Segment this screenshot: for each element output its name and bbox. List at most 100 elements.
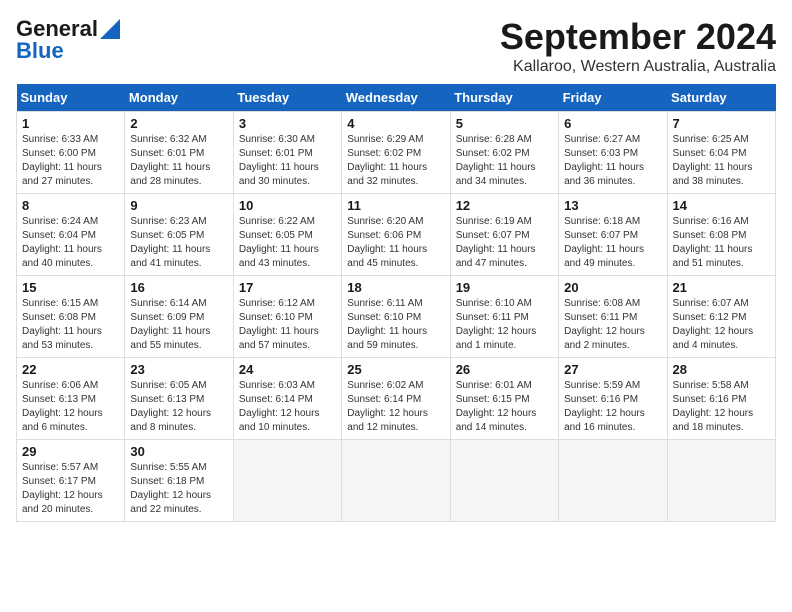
day-number: 16 xyxy=(130,280,227,295)
day-info: Sunrise: 5:57 AMSunset: 6:17 PMDaylight:… xyxy=(22,462,103,515)
day-info: Sunrise: 6:15 AMSunset: 6:08 PMDaylight:… xyxy=(22,298,102,351)
day-number: 23 xyxy=(130,362,227,377)
calendar-cell: 5 Sunrise: 6:28 AMSunset: 6:02 PMDayligh… xyxy=(450,112,558,194)
calendar-cell: 10 Sunrise: 6:22 AMSunset: 6:05 PMDaylig… xyxy=(233,194,341,276)
calendar-cell xyxy=(667,440,775,522)
day-number: 18 xyxy=(347,280,444,295)
calendar-cell: 3 Sunrise: 6:30 AMSunset: 6:01 PMDayligh… xyxy=(233,112,341,194)
calendar-cell: 9 Sunrise: 6:23 AMSunset: 6:05 PMDayligh… xyxy=(125,194,233,276)
day-number: 12 xyxy=(456,198,553,213)
calendar-cell: 13 Sunrise: 6:18 AMSunset: 6:07 PMDaylig… xyxy=(559,194,667,276)
calendar-cell: 2 Sunrise: 6:32 AMSunset: 6:01 PMDayligh… xyxy=(125,112,233,194)
day-info: Sunrise: 6:30 AMSunset: 6:01 PMDaylight:… xyxy=(239,134,319,187)
calendar-cell: 19 Sunrise: 6:10 AMSunset: 6:11 PMDaylig… xyxy=(450,276,558,358)
day-info: Sunrise: 6:14 AMSunset: 6:09 PMDaylight:… xyxy=(130,298,210,351)
day-number: 4 xyxy=(347,116,444,131)
day-number: 7 xyxy=(673,116,770,131)
day-of-week-header: Wednesday xyxy=(342,84,450,112)
day-number: 25 xyxy=(347,362,444,377)
day-of-week-header: Saturday xyxy=(667,84,775,112)
calendar-cell: 18 Sunrise: 6:11 AMSunset: 6:10 PMDaylig… xyxy=(342,276,450,358)
day-info: Sunrise: 6:24 AMSunset: 6:04 PMDaylight:… xyxy=(22,216,102,269)
day-number: 27 xyxy=(564,362,661,377)
calendar-cell: 24 Sunrise: 6:03 AMSunset: 6:14 PMDaylig… xyxy=(233,358,341,440)
day-number: 19 xyxy=(456,280,553,295)
day-info: Sunrise: 6:05 AMSunset: 6:13 PMDaylight:… xyxy=(130,380,211,433)
day-info: Sunrise: 6:20 AMSunset: 6:06 PMDaylight:… xyxy=(347,216,427,269)
calendar-cell: 22 Sunrise: 6:06 AMSunset: 6:13 PMDaylig… xyxy=(17,358,125,440)
day-number: 30 xyxy=(130,444,227,459)
logo-blue-label: Blue xyxy=(16,38,64,64)
logo: General Blue xyxy=(16,16,120,64)
calendar-cell: 28 Sunrise: 5:58 AMSunset: 6:16 PMDaylig… xyxy=(667,358,775,440)
day-info: Sunrise: 6:06 AMSunset: 6:13 PMDaylight:… xyxy=(22,380,103,433)
day-number: 8 xyxy=(22,198,119,213)
calendar-cell: 20 Sunrise: 6:08 AMSunset: 6:11 PMDaylig… xyxy=(559,276,667,358)
day-number: 14 xyxy=(673,198,770,213)
calendar-cell xyxy=(559,440,667,522)
day-of-week-header: Sunday xyxy=(17,84,125,112)
calendar-cell: 11 Sunrise: 6:20 AMSunset: 6:06 PMDaylig… xyxy=(342,194,450,276)
day-info: Sunrise: 6:10 AMSunset: 6:11 PMDaylight:… xyxy=(456,298,537,351)
calendar-cell: 30 Sunrise: 5:55 AMSunset: 6:18 PMDaylig… xyxy=(125,440,233,522)
calendar-cell xyxy=(342,440,450,522)
day-info: Sunrise: 6:29 AMSunset: 6:02 PMDaylight:… xyxy=(347,134,427,187)
calendar-cell: 21 Sunrise: 6:07 AMSunset: 6:12 PMDaylig… xyxy=(667,276,775,358)
calendar-cell: 6 Sunrise: 6:27 AMSunset: 6:03 PMDayligh… xyxy=(559,112,667,194)
day-info: Sunrise: 6:07 AMSunset: 6:12 PMDaylight:… xyxy=(673,298,754,351)
day-info: Sunrise: 5:59 AMSunset: 6:16 PMDaylight:… xyxy=(564,380,645,433)
calendar-cell: 16 Sunrise: 6:14 AMSunset: 6:09 PMDaylig… xyxy=(125,276,233,358)
day-of-week-header: Friday xyxy=(559,84,667,112)
page-subtitle: Kallaroo, Western Australia, Australia xyxy=(500,58,776,76)
calendar-cell: 8 Sunrise: 6:24 AMSunset: 6:04 PMDayligh… xyxy=(17,194,125,276)
calendar-cell: 25 Sunrise: 6:02 AMSunset: 6:14 PMDaylig… xyxy=(342,358,450,440)
day-number: 2 xyxy=(130,116,227,131)
day-info: Sunrise: 6:08 AMSunset: 6:11 PMDaylight:… xyxy=(564,298,645,351)
day-number: 13 xyxy=(564,198,661,213)
day-info: Sunrise: 6:02 AMSunset: 6:14 PMDaylight:… xyxy=(347,380,428,433)
logo-chevron-icon xyxy=(100,19,120,39)
day-number: 24 xyxy=(239,362,336,377)
day-of-week-header: Tuesday xyxy=(233,84,341,112)
calendar-cell: 27 Sunrise: 5:59 AMSunset: 6:16 PMDaylig… xyxy=(559,358,667,440)
day-info: Sunrise: 6:03 AMSunset: 6:14 PMDaylight:… xyxy=(239,380,320,433)
day-number: 20 xyxy=(564,280,661,295)
day-of-week-header: Thursday xyxy=(450,84,558,112)
day-number: 28 xyxy=(673,362,770,377)
calendar-cell xyxy=(233,440,341,522)
calendar-cell: 23 Sunrise: 6:05 AMSunset: 6:13 PMDaylig… xyxy=(125,358,233,440)
day-info: Sunrise: 6:16 AMSunset: 6:08 PMDaylight:… xyxy=(673,216,753,269)
day-number: 15 xyxy=(22,280,119,295)
day-info: Sunrise: 6:25 AMSunset: 6:04 PMDaylight:… xyxy=(673,134,753,187)
day-number: 17 xyxy=(239,280,336,295)
day-info: Sunrise: 5:55 AMSunset: 6:18 PMDaylight:… xyxy=(130,462,211,515)
calendar-cell: 7 Sunrise: 6:25 AMSunset: 6:04 PMDayligh… xyxy=(667,112,775,194)
day-number: 1 xyxy=(22,116,119,131)
day-number: 26 xyxy=(456,362,553,377)
calendar-cell: 17 Sunrise: 6:12 AMSunset: 6:10 PMDaylig… xyxy=(233,276,341,358)
calendar-cell: 15 Sunrise: 6:15 AMSunset: 6:08 PMDaylig… xyxy=(17,276,125,358)
day-number: 22 xyxy=(22,362,119,377)
day-info: Sunrise: 6:12 AMSunset: 6:10 PMDaylight:… xyxy=(239,298,319,351)
day-info: Sunrise: 6:19 AMSunset: 6:07 PMDaylight:… xyxy=(456,216,536,269)
title-area: September 2024 Kallaroo, Western Austral… xyxy=(500,16,776,76)
day-info: Sunrise: 6:33 AMSunset: 6:00 PMDaylight:… xyxy=(22,134,102,187)
day-info: Sunrise: 6:11 AMSunset: 6:10 PMDaylight:… xyxy=(347,298,427,351)
day-info: Sunrise: 6:01 AMSunset: 6:15 PMDaylight:… xyxy=(456,380,537,433)
calendar-cell: 4 Sunrise: 6:29 AMSunset: 6:02 PMDayligh… xyxy=(342,112,450,194)
day-number: 6 xyxy=(564,116,661,131)
day-number: 3 xyxy=(239,116,336,131)
day-number: 11 xyxy=(347,198,444,213)
day-number: 21 xyxy=(673,280,770,295)
day-info: Sunrise: 6:22 AMSunset: 6:05 PMDaylight:… xyxy=(239,216,319,269)
day-info: Sunrise: 5:58 AMSunset: 6:16 PMDaylight:… xyxy=(673,380,754,433)
header: General Blue September 2024 Kallaroo, We… xyxy=(16,16,776,76)
calendar-cell xyxy=(450,440,558,522)
day-number: 10 xyxy=(239,198,336,213)
calendar-table: SundayMondayTuesdayWednesdayThursdayFrid… xyxy=(16,84,776,522)
day-info: Sunrise: 6:28 AMSunset: 6:02 PMDaylight:… xyxy=(456,134,536,187)
calendar-cell: 1 Sunrise: 6:33 AMSunset: 6:00 PMDayligh… xyxy=(17,112,125,194)
calendar-cell: 26 Sunrise: 6:01 AMSunset: 6:15 PMDaylig… xyxy=(450,358,558,440)
calendar-cell: 29 Sunrise: 5:57 AMSunset: 6:17 PMDaylig… xyxy=(17,440,125,522)
day-info: Sunrise: 6:23 AMSunset: 6:05 PMDaylight:… xyxy=(130,216,210,269)
